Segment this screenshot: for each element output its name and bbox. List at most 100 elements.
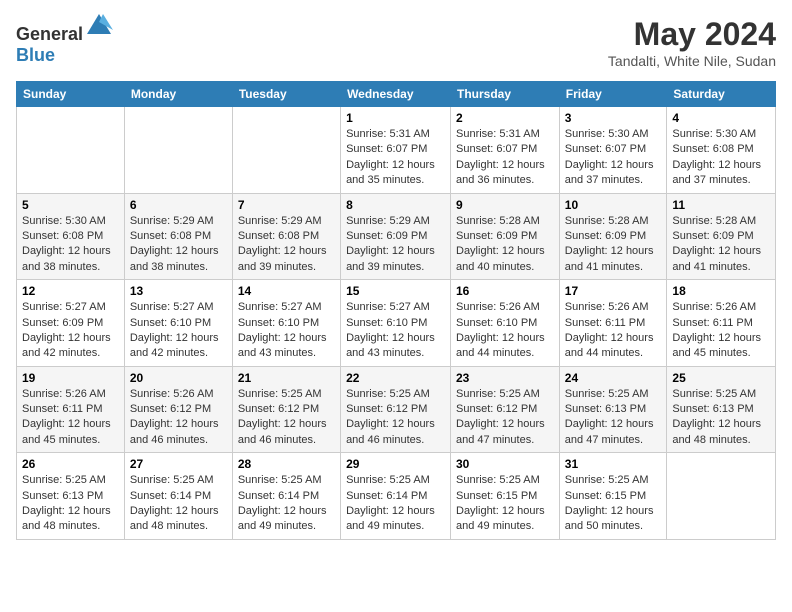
day-cell xyxy=(232,107,340,194)
cell-sunrise: Sunrise: 5:25 AM xyxy=(130,474,214,486)
cell-daylight: Daylight: 12 hours and 38 minutes. xyxy=(130,245,219,272)
cell-sunrise: Sunrise: 5:25 AM xyxy=(672,388,756,400)
day-number: 2 xyxy=(456,111,554,125)
day-number: 3 xyxy=(565,111,662,125)
cell-sunrise: Sunrise: 5:30 AM xyxy=(565,128,649,140)
day-number: 1 xyxy=(346,111,445,125)
day-cell xyxy=(17,107,125,194)
header-friday: Friday xyxy=(559,82,667,107)
cell-daylight: Daylight: 12 hours and 36 minutes. xyxy=(456,159,545,186)
week-row-0: 1Sunrise: 5:31 AMSunset: 6:07 PMDaylight… xyxy=(17,107,776,194)
cell-sunrise: Sunrise: 5:26 AM xyxy=(456,301,540,313)
day-number: 23 xyxy=(456,371,554,385)
logo-icon xyxy=(85,12,113,40)
cell-sunrise: Sunrise: 5:26 AM xyxy=(565,301,649,313)
day-number: 30 xyxy=(456,457,554,471)
cell-daylight: Daylight: 12 hours and 47 minutes. xyxy=(456,418,545,445)
cell-sunset: Sunset: 6:10 PM xyxy=(346,317,427,329)
cell-sunset: Sunset: 6:10 PM xyxy=(130,317,211,329)
cell-sunrise: Sunrise: 5:27 AM xyxy=(238,301,322,313)
day-cell: 6 Sunrise: 5:29 AM Sunset: 6:08 PM Daylight… xyxy=(124,193,232,280)
cell-sunset: Sunset: 6:11 PM xyxy=(565,317,646,329)
logo: General Blue xyxy=(16,16,113,66)
cell-daylight: Daylight: 12 hours and 47 minutes. xyxy=(565,418,654,445)
cell-sunrise: Sunrise: 5:25 AM xyxy=(565,388,649,400)
cell-sunrise: Sunrise: 5:25 AM xyxy=(456,388,540,400)
cell-sunset: Sunset: 6:12 PM xyxy=(456,403,537,415)
cell-daylight: Daylight: 12 hours and 43 minutes. xyxy=(346,332,435,359)
day-cell: 7Sunrise: 5:29 AMSunset: 6:08 PMDaylight… xyxy=(232,193,340,280)
cell-daylight: Daylight: 12 hours and 41 minutes. xyxy=(672,245,761,272)
cell-daylight: Daylight: 12 hours and 49 minutes. xyxy=(346,505,435,532)
cell-daylight: Daylight: 12 hours and 49 minutes. xyxy=(238,505,327,532)
day-cell: 15Sunrise: 5:27 AMSunset: 6:10 PMDayligh… xyxy=(341,280,451,367)
day-cell: 21Sunrise: 5:25 AMSunset: 6:12 PMDayligh… xyxy=(232,366,340,453)
cell-daylight: Daylight: 12 hours and 37 minutes. xyxy=(672,159,761,186)
cell-sunrise: Sunrise: 5:27 AM xyxy=(346,301,430,313)
cell-sunrise: Sunrise: 5:29 AM xyxy=(130,215,214,227)
cell-sunrise: Sunrise: 5:25 AM xyxy=(565,474,649,486)
cell-daylight: Daylight: 12 hours and 35 minutes. xyxy=(346,159,435,186)
day-number: 24 xyxy=(565,371,662,385)
location-title: Tandalti, White Nile, Sudan xyxy=(608,53,776,69)
day-cell: 11Sunrise: 5:28 AMSunset: 6:09 PMDayligh… xyxy=(667,193,776,280)
cell-sunset: Sunset: 6:09 PM xyxy=(565,230,646,242)
header-monday: Monday xyxy=(124,82,232,107)
cell-sunrise: Sunrise: 5:29 AM xyxy=(346,215,430,227)
day-cell: 12Sunrise: 5:27 AMSunset: 6:09 PMDayligh… xyxy=(17,280,125,367)
cell-sunset: Sunset: 6:09 PM xyxy=(22,317,103,329)
cell-sunrise: Sunrise: 5:25 AM xyxy=(238,388,322,400)
cell-sunrise: Sunrise: 5:26 AM xyxy=(672,301,756,313)
cell-sunset: Sunset: 6:15 PM xyxy=(456,490,537,502)
day-cell: 29Sunrise: 5:25 AMSunset: 6:14 PMDayligh… xyxy=(341,453,451,540)
cell-daylight: Daylight: 12 hours and 41 minutes. xyxy=(565,245,654,272)
day-number: 20 xyxy=(130,371,227,385)
cell-sunset: Sunset: 6:09 PM xyxy=(672,230,753,242)
cell-sunset: Sunset: 6:11 PM xyxy=(22,403,103,415)
day-number: 31 xyxy=(565,457,662,471)
day-cell: 24Sunrise: 5:25 AMSunset: 6:13 PMDayligh… xyxy=(559,366,667,453)
day-cell: 8Sunrise: 5:29 AMSunset: 6:09 PMDaylight… xyxy=(341,193,451,280)
cell-daylight: Daylight: 12 hours and 40 minutes. xyxy=(456,245,545,272)
day-number: 26 xyxy=(22,457,119,471)
cell-daylight: Daylight: 12 hours and 45 minutes. xyxy=(672,332,761,359)
cell-sunrise: Sunrise: 5:31 AM xyxy=(346,128,430,140)
day-number: 13 xyxy=(130,284,227,298)
cell-daylight: Daylight: 12 hours and 44 minutes. xyxy=(565,332,654,359)
cell-daylight: Daylight: 12 hours and 37 minutes. xyxy=(565,159,654,186)
cell-sunrise: Sunrise: 5:29 AM xyxy=(238,215,322,227)
month-title: May 2024 xyxy=(608,16,776,53)
day-cell: 27Sunrise: 5:25 AMSunset: 6:14 PMDayligh… xyxy=(124,453,232,540)
day-cell: 2Sunrise: 5:31 AMSunset: 6:07 PMDaylight… xyxy=(451,107,560,194)
day-number: 12 xyxy=(22,284,119,298)
header-thursday: Thursday xyxy=(451,82,560,107)
day-number: 5 xyxy=(22,198,119,212)
day-cell xyxy=(124,107,232,194)
day-cell: 16Sunrise: 5:26 AMSunset: 6:10 PMDayligh… xyxy=(451,280,560,367)
cell-sunset: Sunset: 6:12 PM xyxy=(130,403,211,415)
header-row: Sunday Monday Tuesday Wednesday Thursday… xyxy=(17,82,776,107)
cell-daylight: Daylight: 12 hours and 49 minutes. xyxy=(456,505,545,532)
day-cell: 17Sunrise: 5:26 AMSunset: 6:11 PMDayligh… xyxy=(559,280,667,367)
day-number: 6 xyxy=(130,198,227,212)
title-block: May 2024 Tandalti, White Nile, Sudan xyxy=(608,16,776,69)
cell-sunset: Sunset: 6:08 PM xyxy=(130,230,211,242)
cell-sunset: Sunset: 6:10 PM xyxy=(238,317,319,329)
day-cell: 23 Sunrise: 5:25 AM Sunset: 6:12 PM Dayligh… xyxy=(451,366,560,453)
cell-daylight: Daylight: 12 hours and 43 minutes. xyxy=(238,332,327,359)
day-cell: 20Sunrise: 5:26 AMSunset: 6:12 PMDayligh… xyxy=(124,366,232,453)
cell-sunrise: Sunrise: 5:25 AM xyxy=(346,388,430,400)
cell-daylight: Daylight: 12 hours and 46 minutes. xyxy=(130,418,219,445)
cell-sunrise: Sunrise: 5:25 AM xyxy=(22,474,106,486)
day-cell: 13Sunrise: 5:27 AMSunset: 6:10 PMDayligh… xyxy=(124,280,232,367)
day-cell: 9Sunrise: 5:28 AMSunset: 6:09 PMDaylight… xyxy=(451,193,560,280)
day-cell: 14Sunrise: 5:27 AMSunset: 6:10 PMDayligh… xyxy=(232,280,340,367)
cell-sunrise: Sunrise: 5:31 AM xyxy=(456,128,540,140)
week-row-3: 19Sunrise: 5:26 AMSunset: 6:11 PMDayligh… xyxy=(17,366,776,453)
day-cell: 31Sunrise: 5:25 AMSunset: 6:15 PMDayligh… xyxy=(559,453,667,540)
cell-daylight: Daylight: 12 hours and 44 minutes. xyxy=(456,332,545,359)
cell-sunset: Sunset: 6:11 PM xyxy=(672,317,753,329)
day-cell: 19Sunrise: 5:26 AMSunset: 6:11 PMDayligh… xyxy=(17,366,125,453)
day-number: 9 xyxy=(456,198,554,212)
cell-daylight: Daylight: 12 hours and 48 minutes. xyxy=(22,505,111,532)
